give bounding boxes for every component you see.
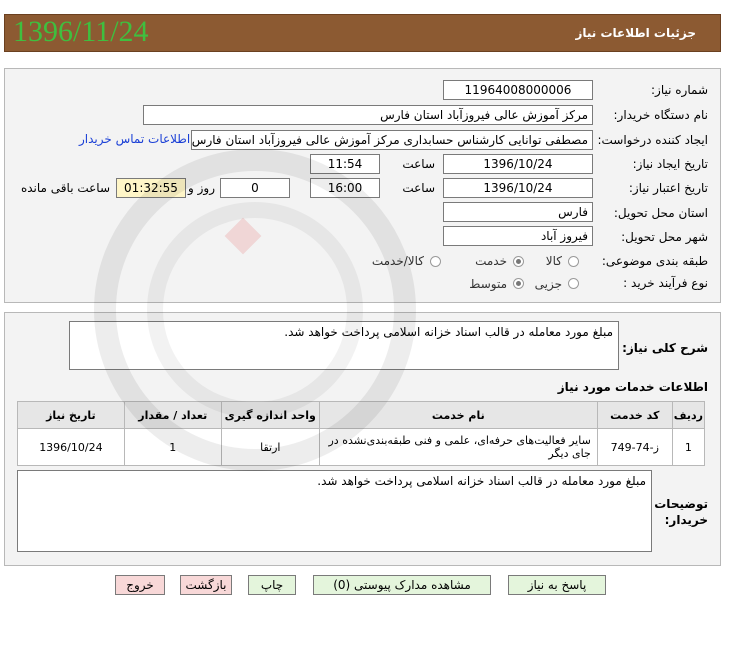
page-header: جزئیات اطلاعات نیاز 1396/11/24 [4, 14, 721, 52]
purchase-type-label: نوع فرآیند خرید : [623, 276, 708, 290]
remaining-time: 01:32:55 [116, 178, 186, 198]
buyer-org-field: مرکز آموزش عالی فیروزآباد استان فارس [143, 105, 593, 125]
days-label: روز و [188, 181, 215, 195]
col-unit: واحد اندازه گیری [220, 401, 320, 429]
buyer-org-label: نام دستگاه خریدار: [613, 108, 709, 122]
created-date-label: تاریخ ایجاد نیاز: [632, 157, 708, 171]
info-panel: شماره نیاز: 11964008000006 نام دستگاه خر… [4, 68, 721, 303]
exit-button[interactable]: خروج [115, 575, 165, 595]
col-name: نام خدمت [318, 401, 598, 429]
table-header-row: ردیف کد خدمت نام خدمت واحد اندازه گیری ت… [17, 401, 706, 429]
col-date: تاریخ نیاز [17, 401, 125, 429]
buyer-notes-label-2: خریدار: [664, 513, 708, 527]
category-label: طبقه بندی موضوعی: [601, 254, 708, 268]
purchase-minor-label: جزیی [534, 277, 562, 291]
header-date: 1396/11/24 [13, 15, 149, 48]
col-row: ردیف [671, 401, 706, 429]
province-field: فارس [443, 202, 593, 222]
province-label: استان محل تحویل: [613, 206, 708, 220]
created-date-field: 1396/10/24 [443, 154, 593, 174]
need-number-label: شماره نیاز: [651, 83, 708, 97]
summary-text: مبلغ مورد معامله در قالب اسناد خزانه اسل… [69, 321, 619, 370]
buyer-notes-label-1: توضیحات [654, 497, 708, 511]
services-table: ردیف کد خدمت نام خدمت واحد اندازه گیری ت… [17, 401, 706, 466]
attachments-button[interactable]: مشاهده مدارک پیوستی (0) [313, 575, 491, 595]
created-time-field: 11:54 [310, 154, 380, 174]
purchase-radio-minor[interactable] [568, 278, 579, 289]
summary-label: شرح کلی نیاز: [622, 341, 708, 355]
col-qty: تعداد / مقدار [123, 401, 222, 429]
requester-label: ایجاد کننده درخواست: [597, 133, 708, 147]
cell-row: 1 [671, 428, 706, 466]
cell-name: سایر فعالیت‌های حرفه‌ای، علمی و فنی طبقه… [318, 428, 598, 466]
cell-qty: 1 [123, 428, 222, 466]
category-radio-goods-service[interactable] [430, 256, 441, 267]
cell-code: ز-74-749 [596, 428, 673, 466]
remaining-days-field: 0 [220, 178, 290, 198]
category-goods-service-label: کالا/خدمت [371, 254, 424, 268]
col-code: کد خدمت [596, 401, 673, 429]
remaining-time-label: ساعت باقی مانده [20, 181, 110, 195]
table-row: 1 ز-74-749 سایر فعالیت‌های حرفه‌ای، علمی… [17, 428, 706, 466]
purchase-radio-medium[interactable] [513, 278, 524, 289]
category-goods-label: کالا [545, 254, 562, 268]
category-radio-service[interactable] [513, 256, 524, 267]
validity-date-label: تاریخ اعتبار نیاز: [628, 181, 708, 195]
validity-time-field: 16:00 [310, 178, 380, 198]
city-field: فیروز آباد [443, 226, 593, 246]
print-button[interactable]: چاپ [248, 575, 296, 595]
requester-field: مصطفی توانایی کارشناس حسابداری مرکز آموز… [191, 130, 593, 150]
back-button[interactable]: بازگشت [180, 575, 232, 595]
city-label: شهر محل تحویل: [621, 230, 708, 244]
buyer-contact-link[interactable]: اطلاعات تماس خریدار [79, 132, 190, 146]
services-title: اطلاعات خدمات مورد نیاز [557, 380, 708, 394]
purchase-medium-label: متوسط [469, 277, 507, 291]
validity-time-label: ساعت [402, 181, 435, 195]
need-number-field: 11964008000006 [443, 80, 593, 100]
category-service-label: خدمت [475, 254, 507, 268]
cell-unit: ارتقا [220, 428, 320, 466]
validity-date-field: 1396/10/24 [443, 178, 593, 198]
buyer-notes-text: مبلغ مورد معامله در قالب اسناد خزانه اسل… [17, 470, 652, 552]
created-time-label: ساعت [402, 157, 435, 171]
cell-date: 1396/10/24 [17, 428, 125, 466]
reply-button[interactable]: پاسخ به نیاز [508, 575, 606, 595]
page-title: جزئیات اطلاعات نیاز [575, 26, 696, 40]
category-radio-goods[interactable] [568, 256, 579, 267]
